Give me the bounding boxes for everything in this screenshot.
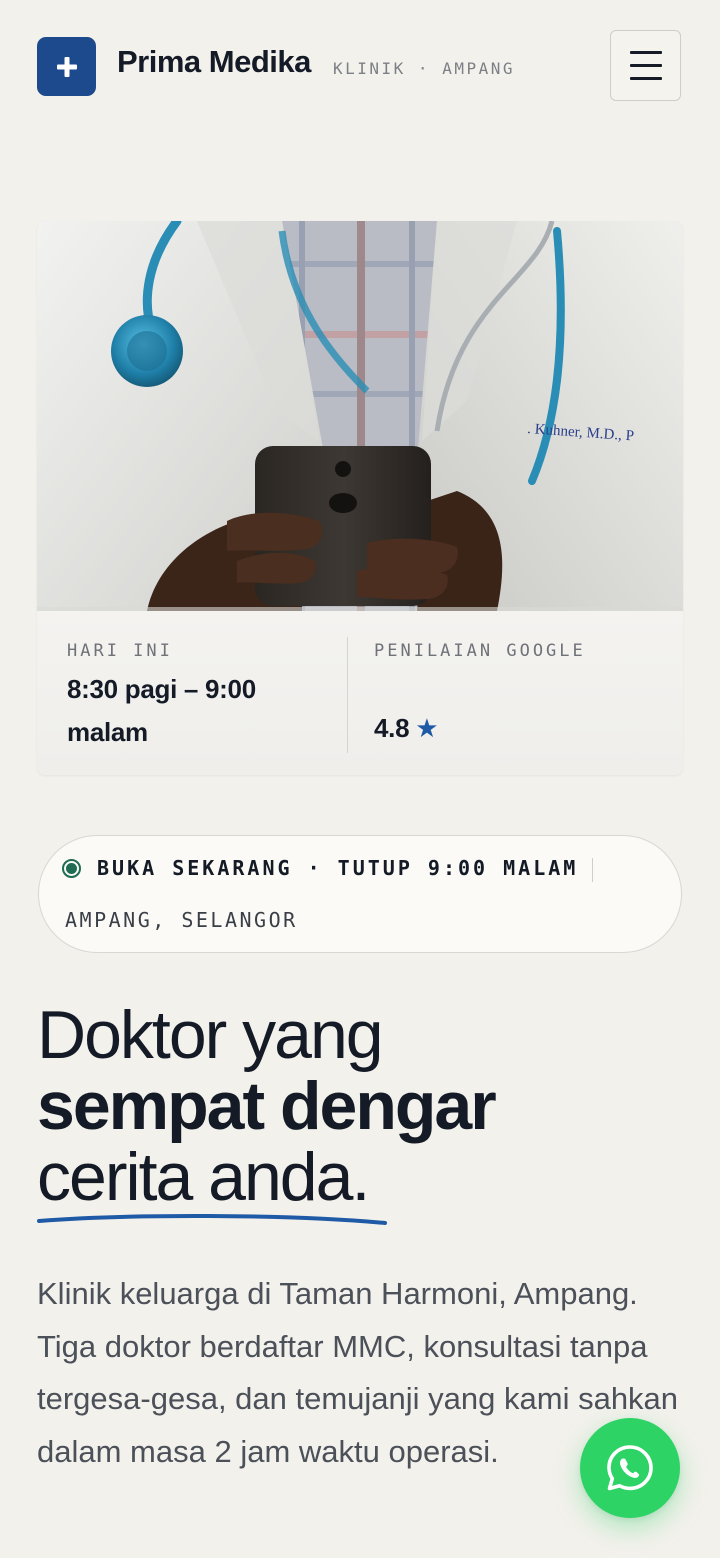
rating-value: 4.8 [374,713,410,743]
hamburger-menu-icon [629,51,662,54]
brand-subtitle: KLINIK · AMPANG [333,59,515,78]
pill-separator [592,858,593,882]
stats-divider [347,637,348,753]
hero-stats: HARI INI 8:30 pagi – 9:00 malam PENILAIA… [37,611,683,775]
rating-label: PENILAIAN GOOGLE [374,641,586,661]
open-status-pill: BUKA SEKARANG · TUTUP 9:00 MALAM AMPANG,… [38,835,682,953]
star-icon: ★ [415,713,439,743]
page-headline: Doktor yang sempat dengar cerita anda. [37,997,497,1215]
whatsapp-icon [607,1445,653,1491]
hero-card: . Kuhner, M.D., P HARI INI 8:30 pagi – 9… [37,221,683,775]
whatsapp-chat-button[interactable] [580,1418,680,1518]
rating-value-row: 4.8 ★ [374,707,439,750]
today-label: HARI INI [67,641,173,661]
open-status-text: BUKA SEKARANG · TUTUP 9:00 MALAM [97,856,579,880]
today-hours-line2: malam [67,717,148,747]
brand-name[interactable]: Prima Medika [117,44,311,80]
brand-logo[interactable] [37,37,96,96]
headline-line-2: sempat dengar [37,1068,497,1144]
hero-photo-doctor: . Kuhner, M.D., P [37,221,683,611]
headline-underline [37,1213,387,1225]
today-hours: 8:30 pagi – 9:00 malam [67,668,256,754]
open-status-dot-icon [62,859,81,878]
headline-line-3: cerita anda. [37,1139,370,1215]
today-hours-line1: 8:30 pagi – 9:00 [67,674,256,704]
headline-line-1: Doktor yang [37,997,384,1073]
plus-icon [56,56,77,77]
menu-button[interactable] [610,30,681,101]
location-text: AMPANG, SELANGOR [65,908,298,932]
